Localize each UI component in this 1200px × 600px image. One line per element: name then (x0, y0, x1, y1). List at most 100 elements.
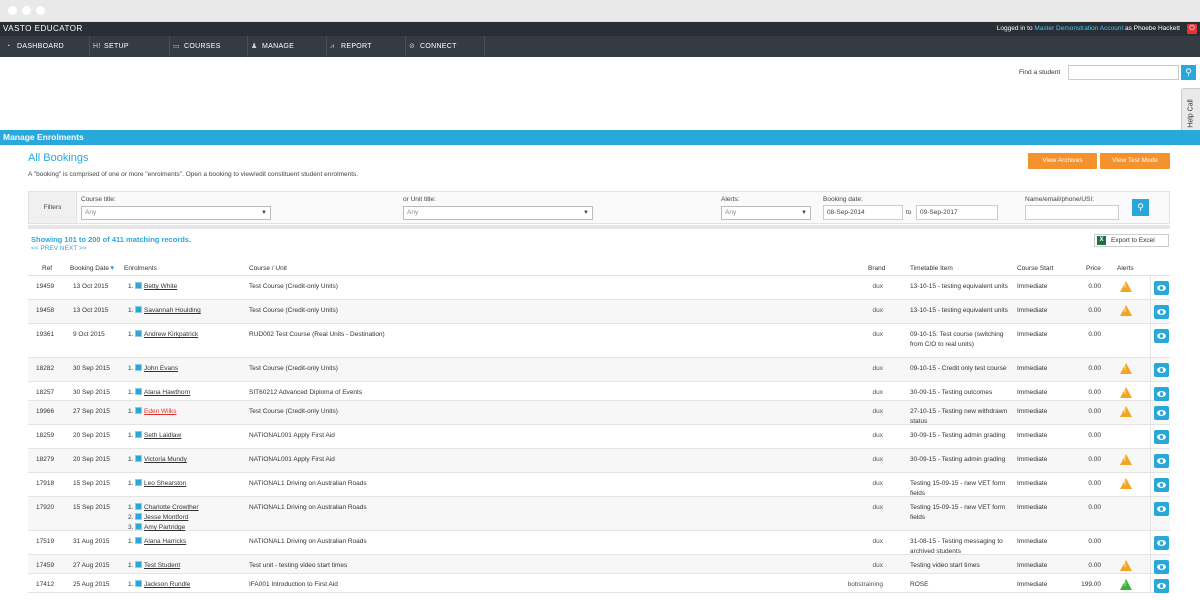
view-booking-eye-icon[interactable] (1154, 478, 1169, 492)
student-name-link[interactable]: Andrew Kirkpatrick (144, 331, 198, 338)
student-profile-icon[interactable] (135, 503, 142, 510)
window-dot-icon[interactable] (22, 6, 31, 15)
window-dot-icon[interactable] (8, 6, 17, 15)
student-name-link[interactable]: Charlotte Crowther (144, 504, 199, 511)
name-search-input[interactable] (1025, 205, 1119, 220)
alert-warning-icon[interactable]: ! (1120, 363, 1132, 374)
view-booking-eye-icon[interactable] (1154, 305, 1169, 319)
student-profile-icon[interactable] (135, 523, 142, 530)
alert-warning-icon[interactable]: ! (1120, 560, 1132, 571)
date-to-input[interactable]: 09-Sep-2017 (916, 205, 998, 220)
student-name-link[interactable]: Amy Partridge (144, 524, 185, 531)
col-alerts[interactable]: Alerts (1117, 265, 1134, 272)
student-profile-icon[interactable] (135, 330, 142, 337)
student-profile-icon[interactable] (135, 388, 142, 395)
view-booking-eye-icon[interactable] (1154, 430, 1169, 444)
table-row[interactable]: 19459 13 Oct 2015 1. Betty White Test Course… (28, 276, 1170, 300)
alert-warning-icon[interactable]: ! (1120, 406, 1132, 417)
nav-dashboard[interactable]: ◔ DASHBOARD (3, 36, 90, 57)
nav-courses[interactable]: ▭ COURSES (170, 36, 248, 57)
student-name-link[interactable]: Victoria Mundy (144, 456, 187, 463)
student-profile-icon[interactable] (135, 282, 142, 289)
table-row[interactable]: 18257 30 Sep 2015 1. Alana Hawthorn SIT60212… (28, 382, 1170, 401)
student-name-link[interactable]: Alana Harricks (144, 538, 186, 545)
table-row[interactable]: 18279 20 Sep 2015 1. Victoria Mundy NATIONAL… (28, 449, 1170, 473)
export-to-excel-button[interactable]: X Export to Excel (1094, 234, 1169, 247)
view-booking-eye-icon[interactable] (1154, 363, 1169, 377)
view-booking-eye-icon[interactable] (1154, 329, 1169, 343)
table-row[interactable]: 19458 13 Oct 2015 1. Savannah Houlding Test … (28, 300, 1170, 324)
table-row[interactable]: 17459 27 Aug 2015 1. Test Student Test unit … (28, 555, 1170, 574)
view-booking-eye-icon[interactable] (1154, 387, 1169, 401)
view-booking-eye-icon[interactable] (1154, 536, 1169, 550)
alert-warning-icon[interactable]: ! (1120, 454, 1132, 465)
table-row[interactable]: 18282 30 Sep 2015 1. John Evans Test Course … (28, 358, 1170, 382)
nav-manage[interactable]: ♟ MANAGE (248, 36, 327, 57)
alert-warning-icon[interactable]: ! (1120, 387, 1132, 398)
student-profile-icon[interactable] (135, 537, 142, 544)
col-timetable-item[interactable]: Timetable Item (910, 265, 953, 272)
nav-setup[interactable]: H! SETUP (90, 36, 170, 57)
view-booking-eye-icon[interactable] (1154, 406, 1169, 420)
table-row[interactable]: 19966 27 Sep 2015 1. Eden Wilks Test Course … (28, 401, 1170, 425)
col-course-start[interactable]: Course Start (1017, 265, 1054, 272)
student-name-link[interactable]: Seth Laidlaw (144, 432, 181, 439)
table-row[interactable]: 17920 15 Sep 2015 1. Charlotte Crowther 2. Je… (28, 497, 1170, 531)
alert-warning-icon[interactable]: ! (1120, 281, 1132, 292)
student-name-link[interactable]: John Evans (144, 365, 178, 372)
view-test-mode-button[interactable]: View Test Mode (1100, 153, 1170, 169)
student-name-link[interactable]: Eden Wilks (144, 408, 177, 415)
date-from-input[interactable]: 08-Sep-2014 (823, 205, 903, 220)
student-profile-icon[interactable] (135, 479, 142, 486)
view-booking-eye-icon[interactable] (1154, 560, 1169, 574)
col-ref[interactable]: Ref (42, 265, 52, 272)
student-name-link[interactable]: Leo Shearston (144, 480, 186, 487)
pager-links[interactable]: << PREV NEXT >> (31, 245, 87, 252)
view-booking-eye-icon[interactable] (1154, 281, 1169, 295)
student-profile-icon[interactable] (135, 513, 142, 520)
student-profile-icon[interactable] (135, 407, 142, 414)
student-profile-icon[interactable] (135, 306, 142, 313)
col-course-unit[interactable]: Course / Unit (249, 265, 287, 272)
student-profile-icon[interactable] (135, 580, 142, 587)
alert-ok-icon[interactable]: ! (1120, 579, 1132, 590)
nav-report[interactable]: ⩘ REPORT (327, 36, 406, 57)
table-row[interactable]: 19361 9 Oct 2015 1. Andrew Kirkpatrick RUD00… (28, 324, 1170, 358)
student-name-link[interactable]: Jesse Montford (144, 514, 188, 521)
window-dot-icon[interactable] (36, 6, 45, 15)
student-name-link[interactable]: Alana Hawthorn (144, 389, 190, 396)
student-name-link[interactable]: Jackson Rundle (144, 581, 190, 588)
student-name-link[interactable]: Test Student (144, 562, 180, 569)
student-name-link[interactable]: Betty White (144, 283, 177, 290)
nav-connect[interactable]: ⊘ CONNECT (406, 36, 485, 57)
account-link[interactable]: Master Demonstration Account (1034, 25, 1123, 32)
student-profile-icon[interactable] (135, 364, 142, 371)
find-student-input[interactable] (1068, 65, 1179, 80)
student-profile-icon[interactable] (135, 455, 142, 462)
table-row[interactable]: 17519 31 Aug 2015 1. Alana Harricks NATIONAL… (28, 531, 1170, 555)
col-brand[interactable]: Brand (868, 265, 885, 272)
view-booking-eye-icon[interactable] (1154, 502, 1169, 516)
find-student-search-icon[interactable]: ⚲ (1181, 65, 1196, 80)
user-name[interactable]: Phoebe Hackett (1134, 25, 1180, 32)
logout-icon[interactable]: ⏻ (1187, 24, 1197, 34)
student-name-link[interactable]: Savannah Houlding (144, 307, 201, 314)
unit-title-select[interactable]: Any ▼ (403, 206, 593, 220)
alert-warning-icon[interactable]: ! (1120, 305, 1132, 316)
view-booking-eye-icon[interactable] (1154, 454, 1169, 468)
table-row[interactable]: 17412 25 Aug 2015 1. Jackson Rundle IFA001 I… (28, 574, 1170, 593)
col-enrolments[interactable]: Enrolments (124, 265, 157, 272)
col-booking-date[interactable]: Booking Date▼ (70, 265, 115, 272)
search-icon[interactable]: ⚲ (1132, 199, 1149, 216)
student-profile-icon[interactable] (135, 561, 142, 568)
alert-warning-icon[interactable]: ! (1120, 478, 1132, 489)
student-profile-icon[interactable] (135, 431, 142, 438)
table-row[interactable]: 18259 20 Sep 2015 1. Seth Laidlaw NATIONAL00… (28, 425, 1170, 449)
view-archives-button[interactable]: View Archives (1028, 153, 1097, 169)
table-row[interactable]: 17918 15 Sep 2015 1. Leo Shearston NATIONAL1… (28, 473, 1170, 497)
cell-timetable-item: 30-09-15 - Testing outcomes (910, 389, 993, 396)
alerts-select[interactable]: Any ▼ (721, 206, 811, 220)
col-price[interactable]: Price (1086, 265, 1101, 272)
view-booking-eye-icon[interactable] (1154, 579, 1169, 593)
course-title-select[interactable]: Any ▼ (81, 206, 271, 220)
